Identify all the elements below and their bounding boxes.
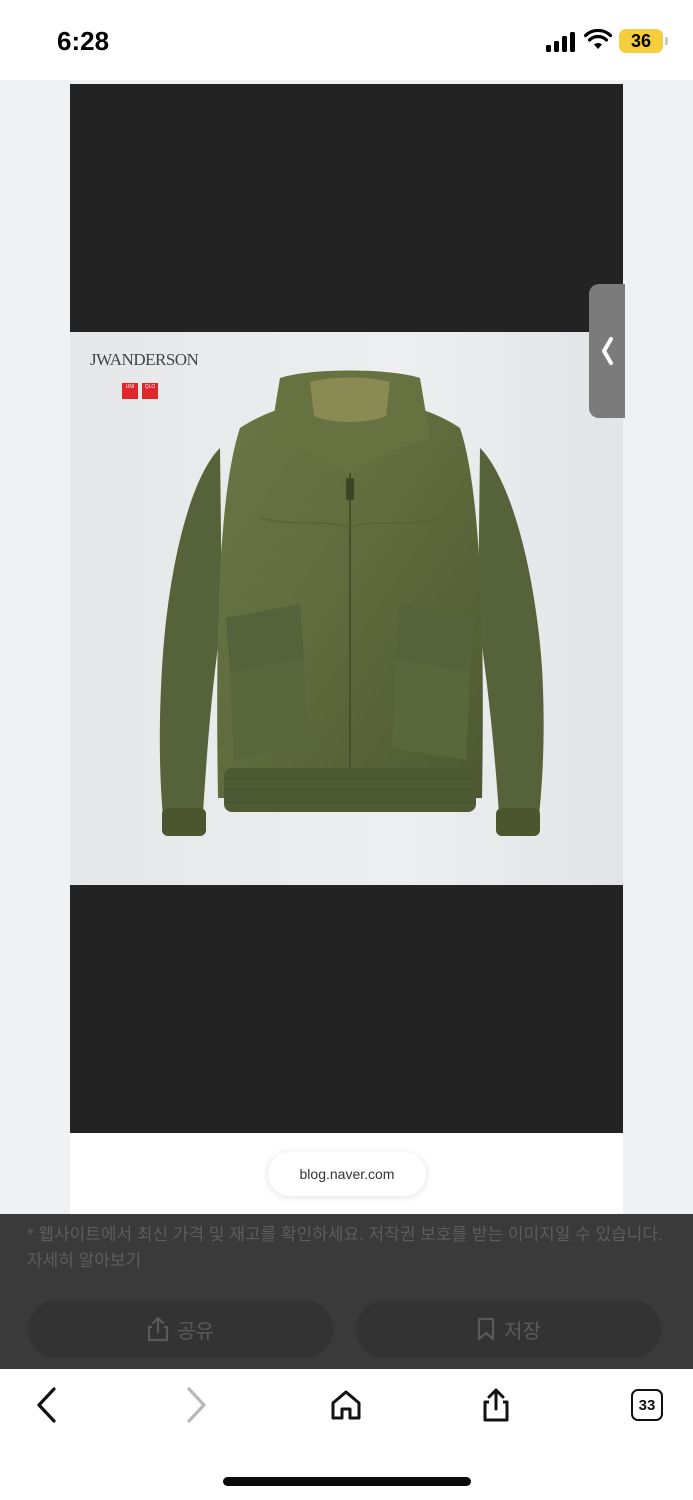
chevron-left-icon xyxy=(37,1387,56,1423)
share-icon xyxy=(147,1316,169,1342)
status-bar: 6:28 36 xyxy=(0,0,693,80)
brand-logo: JWANDERSON xyxy=(90,350,199,369)
battery-tip xyxy=(665,37,668,45)
battery-level: 36 xyxy=(630,30,652,51)
chevron-right-icon xyxy=(187,1387,206,1423)
jacket-illustration xyxy=(159,370,544,836)
product-image[interactable]: JWANDERSON UNI QLO xyxy=(70,332,623,885)
chevron-left-icon xyxy=(602,337,613,365)
save-button[interactable]: 저장 xyxy=(356,1300,661,1358)
image-info-panel: * 웹사이트에서 최신 가격 및 재고를 확인하세요. 저작권 보호를 받는 이… xyxy=(0,1214,693,1369)
copyright-disclaimer[interactable]: * 웹사이트에서 최신 가격 및 재고를 확인하세요. 저작권 보호를 받는 이… xyxy=(27,1222,667,1274)
home-icon xyxy=(331,1390,361,1420)
browser-toolbar: 33 xyxy=(0,1369,693,1500)
viewer-bottom-backdrop xyxy=(70,885,623,1133)
bookmark-icon xyxy=(477,1317,495,1341)
tabs-button[interactable]: 33 xyxy=(627,1385,667,1425)
forward-button[interactable] xyxy=(176,1385,216,1425)
status-time: 6:28 xyxy=(57,26,110,56)
share-page-button[interactable] xyxy=(476,1385,516,1425)
share-icon xyxy=(483,1388,509,1422)
home-button[interactable] xyxy=(326,1385,366,1425)
home-indicator[interactable] xyxy=(223,1477,471,1486)
uniqlo-logo-box-1: UNI xyxy=(122,383,138,399)
save-button-label: 저장 xyxy=(504,1320,541,1343)
side-panel-handle[interactable] xyxy=(589,284,625,418)
viewer-top-backdrop xyxy=(70,84,623,332)
cellular-signal-icon xyxy=(546,32,575,52)
share-button[interactable]: 공유 xyxy=(28,1300,333,1358)
image-viewer: JWANDERSON UNI QLO blog.naver.com xyxy=(70,84,623,1214)
source-link[interactable]: blog.naver.com xyxy=(268,1152,426,1196)
source-link-label: blog.naver.com xyxy=(299,1166,395,1182)
back-button[interactable] xyxy=(27,1385,67,1425)
tabs-icon: 33 xyxy=(631,1389,663,1421)
share-button-label: 공유 xyxy=(177,1320,214,1343)
wifi-icon xyxy=(584,29,612,49)
tabs-count-label: 33 xyxy=(638,1396,656,1414)
battery-indicator: 36 xyxy=(619,29,668,53)
